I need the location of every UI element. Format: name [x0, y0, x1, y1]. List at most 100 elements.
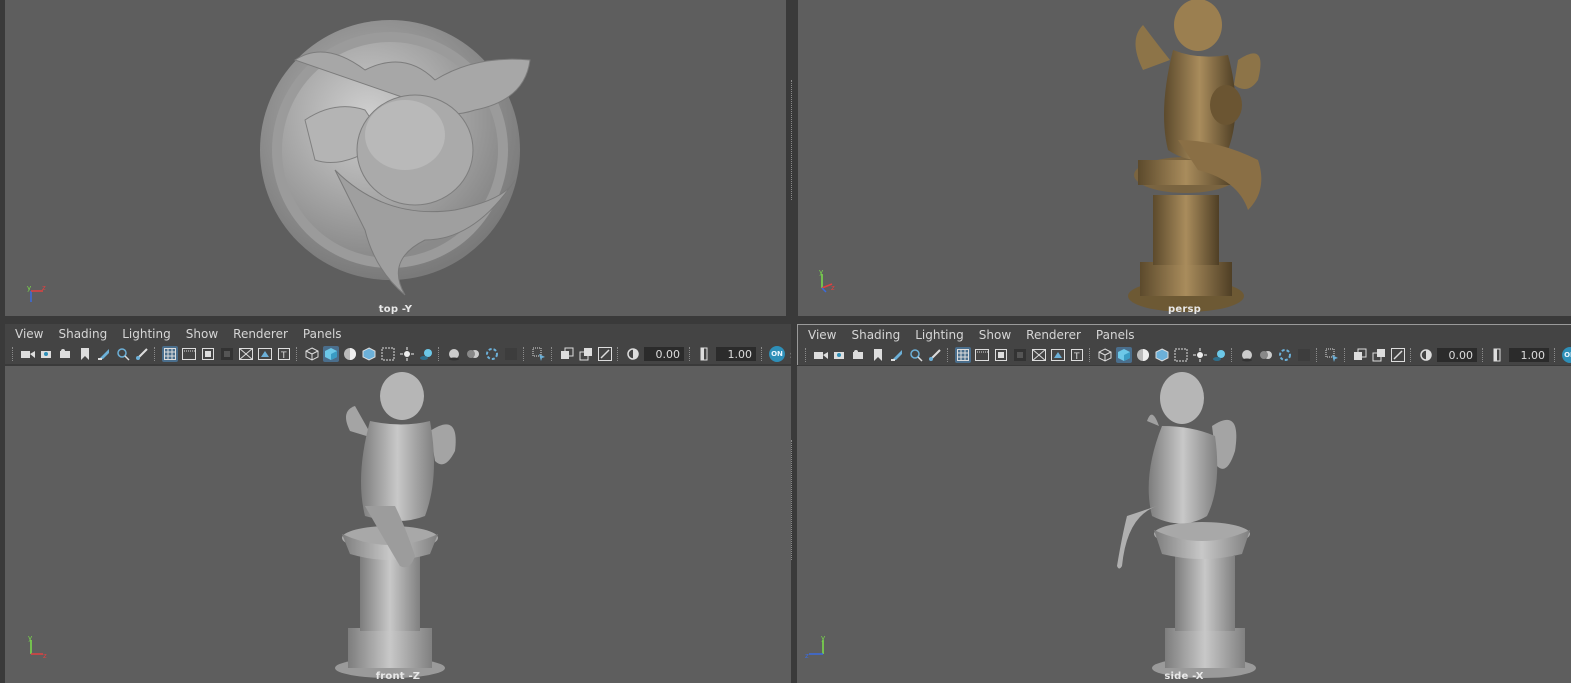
- ambient-occlusion-icon[interactable]: [1239, 347, 1255, 363]
- image-plane-icon[interactable]: [96, 346, 112, 362]
- viewport-label: persp: [1168, 304, 1201, 315]
- menu-lighting[interactable]: Lighting: [915, 328, 964, 342]
- menu-shading[interactable]: Shading: [58, 327, 107, 341]
- menu-lighting[interactable]: Lighting: [122, 327, 171, 341]
- use-lights-icon[interactable]: [399, 346, 415, 362]
- statue-persp-view: [1128, 0, 1262, 312]
- wireframe-icon[interactable]: [1097, 347, 1113, 363]
- camera-lock-icon[interactable]: [58, 346, 74, 362]
- 2d-pan-zoom-icon[interactable]: [115, 346, 131, 362]
- wireframe-on-shaded-icon[interactable]: [1154, 347, 1170, 363]
- color-management-toggle[interactable]: ON: [1562, 347, 1571, 363]
- safe-title-icon[interactable]: T: [276, 346, 292, 362]
- viewport-top[interactable]: y z top -Y: [5, 0, 786, 316]
- viewport-label: top -Y: [378, 304, 413, 315]
- viewport-persp[interactable]: y z persp: [798, 0, 1571, 316]
- field-chart-icon[interactable]: [1031, 347, 1047, 363]
- toolbar-separator: [1344, 348, 1347, 362]
- field-chart-icon[interactable]: [238, 346, 254, 362]
- menu-renderer[interactable]: Renderer: [233, 327, 288, 341]
- smooth-shade-icon[interactable]: [1115, 347, 1132, 363]
- toolbar-separator: [523, 347, 526, 361]
- viewport-front[interactable]: y z front -Z: [5, 366, 791, 683]
- anti-aliasing-icon[interactable]: [484, 346, 500, 362]
- depth-of-field-icon[interactable]: [503, 346, 519, 362]
- color-management-toggle[interactable]: ON: [769, 346, 785, 362]
- grid-icon[interactable]: [161, 346, 178, 362]
- grease-pencil-icon[interactable]: [134, 346, 150, 362]
- gamma-field[interactable]: 1.00: [1509, 348, 1549, 362]
- default-material-icon[interactable]: [1135, 347, 1151, 363]
- wireframe-on-shaded-icon[interactable]: [361, 346, 377, 362]
- shadows-icon[interactable]: [418, 346, 434, 362]
- menu-show[interactable]: Show: [186, 327, 218, 341]
- anti-aliasing-icon[interactable]: [1277, 347, 1293, 363]
- panel-splitter[interactable]: [791, 440, 792, 560]
- camera-select-icon[interactable]: [813, 347, 829, 363]
- isolate-select-icon[interactable]: [531, 346, 547, 362]
- xray-joints-icon[interactable]: [559, 346, 575, 362]
- panel-splitter[interactable]: [791, 80, 792, 200]
- exposure-icon[interactable]: [625, 346, 641, 362]
- film-gate-icon[interactable]: [181, 346, 197, 362]
- gamma-icon[interactable]: [697, 346, 713, 362]
- xray-icon[interactable]: [380, 346, 396, 362]
- bookmark-icon[interactable]: [870, 347, 886, 363]
- panel-menubar-front: View Shading Lighting Show Renderer Pane…: [5, 324, 791, 364]
- axis-gizmo-icon: y z: [28, 634, 47, 660]
- viewport-label: front -Z: [375, 671, 421, 682]
- toolbar-separator: [12, 347, 15, 361]
- 2d-pan-zoom-icon[interactable]: [908, 347, 924, 363]
- depth-of-field-icon[interactable]: [1296, 347, 1312, 363]
- view-transform-label[interactable]: sR: [790, 348, 791, 361]
- grease-pencil-icon[interactable]: [927, 347, 943, 363]
- svg-text:z: z: [43, 652, 47, 660]
- exposure-field[interactable]: 0.00: [1437, 348, 1477, 362]
- camera-attributes-icon[interactable]: [39, 346, 55, 362]
- ambient-occlusion-icon[interactable]: [446, 346, 462, 362]
- menu-view[interactable]: View: [15, 327, 43, 341]
- backface-icon[interactable]: [1390, 347, 1406, 363]
- safe-action-icon[interactable]: [1050, 347, 1066, 363]
- resolution-gate-icon[interactable]: [200, 346, 216, 362]
- motion-blur-icon[interactable]: [1258, 347, 1274, 363]
- xray-active-icon[interactable]: [1371, 347, 1387, 363]
- camera-lock-icon[interactable]: [851, 347, 867, 363]
- gate-mask-icon[interactable]: [219, 346, 235, 362]
- grid-icon[interactable]: [954, 347, 971, 363]
- toolbar-separator: [1316, 348, 1319, 362]
- xray-active-icon[interactable]: [578, 346, 594, 362]
- xray-icon[interactable]: [1173, 347, 1189, 363]
- menu-shading[interactable]: Shading: [851, 328, 900, 342]
- isolate-select-icon[interactable]: [1324, 347, 1340, 363]
- image-plane-icon[interactable]: [889, 347, 905, 363]
- wireframe-icon[interactable]: [304, 346, 320, 362]
- menu-renderer[interactable]: Renderer: [1026, 328, 1081, 342]
- backface-icon[interactable]: [597, 346, 613, 362]
- panel-menu: View Shading Lighting Show Renderer Pane…: [798, 325, 1571, 345]
- xray-joints-icon[interactable]: [1352, 347, 1368, 363]
- toolbar-separator: [761, 347, 764, 361]
- menu-show[interactable]: Show: [979, 328, 1011, 342]
- gate-mask-icon[interactable]: [1012, 347, 1028, 363]
- menu-panels[interactable]: Panels: [1096, 328, 1135, 342]
- motion-blur-icon[interactable]: [465, 346, 481, 362]
- exposure-icon[interactable]: [1418, 347, 1434, 363]
- resolution-gate-icon[interactable]: [993, 347, 1009, 363]
- camera-attributes-icon[interactable]: [832, 347, 848, 363]
- gamma-icon[interactable]: [1490, 347, 1506, 363]
- default-material-icon[interactable]: [342, 346, 358, 362]
- menu-view[interactable]: View: [808, 328, 836, 342]
- film-gate-icon[interactable]: [974, 347, 990, 363]
- viewport-side[interactable]: y z side -X: [797, 366, 1571, 683]
- menu-panels[interactable]: Panels: [303, 327, 342, 341]
- shadows-icon[interactable]: [1211, 347, 1227, 363]
- safe-title-icon[interactable]: T: [1069, 347, 1085, 363]
- use-lights-icon[interactable]: [1192, 347, 1208, 363]
- smooth-shade-icon[interactable]: [322, 346, 339, 362]
- safe-action-icon[interactable]: [257, 346, 273, 362]
- exposure-field[interactable]: 0.00: [644, 347, 684, 361]
- gamma-field[interactable]: 1.00: [716, 347, 756, 361]
- camera-select-icon[interactable]: [20, 346, 36, 362]
- bookmark-icon[interactable]: [77, 346, 93, 362]
